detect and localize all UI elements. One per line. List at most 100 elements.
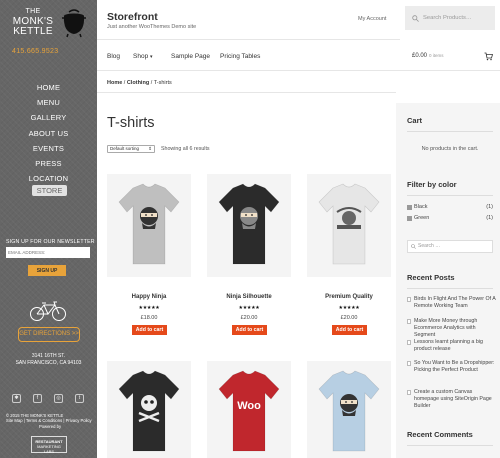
document-icon (407, 340, 411, 345)
recent-post-item[interactable]: Birds In Flight And The Power Of A Remot… (407, 296, 495, 310)
recent-post-link[interactable]: Lessons learnt planning a big product re… (414, 339, 496, 353)
product-image[interactable] (307, 361, 391, 458)
product-search-input[interactable]: Search Products… (423, 15, 472, 21)
restaurant-address: 3141 16TH ST. SAN FRANCISCO, CA 94103 (0, 353, 97, 366)
svg-text:Woo: Woo (237, 400, 261, 412)
page: THE MONK'S KETTLE 415.665.9523 HOME MENU… (0, 0, 500, 458)
social-links: ✱ f ◎ t (12, 394, 86, 404)
product-price: £20.00 (240, 315, 258, 321)
sidebar-item-store-label: STORE (36, 186, 63, 195)
recent-post-item[interactable]: Lessons learnt planning a big product re… (407, 339, 495, 353)
add-to-cart-button[interactable]: Add to cart (332, 325, 367, 335)
tshirt-image: Woo (218, 370, 280, 452)
twitter-icon[interactable]: t (75, 394, 84, 403)
checkbox-icon (407, 205, 412, 210)
facebook-icon[interactable]: f (33, 394, 42, 403)
recent-post-link[interactable]: Make More Money through Ecommerce Analyt… (414, 318, 496, 338)
document-icon (407, 297, 411, 302)
site-title[interactable]: Storefront (107, 11, 158, 23)
product-image[interactable] (307, 174, 391, 277)
product-image[interactable] (107, 361, 191, 458)
product-price: £20.00 (340, 315, 358, 321)
sidebar-item-store[interactable]: STORE (32, 185, 67, 196)
filter-count: (1) (486, 204, 493, 210)
newsletter-email-input[interactable] (6, 247, 90, 258)
phone-number[interactable]: 415.665.9523 (12, 48, 58, 55)
brand-line-2: MARKETING LABS (37, 444, 61, 454)
instagram-icon[interactable]: ◎ (54, 394, 63, 403)
cart-item-count: 0 items (429, 53, 444, 58)
recent-comments-rule (407, 445, 493, 446)
product-name[interactable]: Ninja Silhouette (207, 294, 291, 300)
checkbox-icon (407, 216, 412, 221)
product-price: £18.00 (140, 315, 158, 321)
product-image[interactable]: Woo (207, 361, 291, 458)
bicycle-icon (30, 301, 66, 321)
recent-post-link[interactable]: Birds In Flight And The Power Of A Remot… (414, 296, 496, 310)
cart-amount: £0.00 (412, 53, 428, 59)
restaurant-marketing-labs-logo[interactable]: RESTAURANT MARKETING LABS (31, 436, 67, 454)
sidebar-item-home[interactable]: HOME (0, 80, 97, 95)
add-to-cart-button[interactable]: Add to cart (132, 325, 167, 335)
sidebar-item-press[interactable]: PRESS (0, 156, 97, 171)
filter-label: Green (414, 215, 430, 221)
tshirt-image (118, 183, 180, 265)
sidebar-item-menu[interactable]: MENU (0, 95, 97, 110)
product-name[interactable]: Premium Quality (307, 294, 391, 300)
select-arrows-icon: ⇕ (148, 146, 152, 151)
recent-post-item[interactable]: So You Want to Be a Dropshipper: Picking… (407, 360, 495, 374)
breadcrumb-divider (97, 92, 396, 93)
sidebar-item-gallery[interactable]: GALLERY (0, 110, 97, 125)
filter-label: Black (414, 204, 428, 210)
restaurant-sidebar: THE MONK'S KETTLE 415.665.9523 HOME MENU… (0, 0, 97, 458)
filter-count: (1) (486, 215, 493, 221)
chevron-down-icon: ▾ (150, 54, 153, 60)
recent-post-link[interactable]: So You Want to Be a Dropshipper: Picking… (414, 360, 496, 374)
result-count: Showing all 6 results (161, 146, 210, 152)
product-image[interactable] (107, 174, 191, 277)
tshirt-image (318, 183, 380, 265)
document-icon (407, 319, 411, 324)
search-icon (412, 15, 419, 22)
sidebar-item-events[interactable]: EVENTS (0, 141, 97, 156)
shopping-basket-icon[interactable] (484, 52, 493, 61)
recent-post-item[interactable]: Make More Money through Ecommerce Analyt… (407, 318, 495, 338)
search-icon (411, 244, 416, 249)
breadcrumb-home[interactable]: Home (107, 80, 122, 86)
nav-sample-page[interactable]: Sample Page (171, 53, 210, 60)
woo-graphic: Woo (237, 400, 261, 412)
newsletter-title: SIGN UP FOR OUR NEWSLETTER (6, 239, 95, 245)
filter-item-green[interactable]: Green (1) (407, 215, 493, 223)
restaurant-nav: HOME MENU GALLERY ABOUT US EVENTS PRESS … (0, 80, 97, 186)
document-icon (407, 390, 411, 395)
filter-item-black[interactable]: Black (1) (407, 204, 493, 212)
newsletter-signup-button[interactable]: SIGN UP (28, 265, 66, 276)
recent-post-item[interactable]: Create a custom Canvas homepage using Si… (407, 389, 495, 409)
cart-widget-title: Cart (407, 116, 423, 125)
my-account-link[interactable]: My Account (358, 16, 386, 22)
star-rating: ★★★★★ (338, 305, 360, 311)
sidebar-item-about-us[interactable]: ABOUT US (0, 126, 97, 141)
cart-empty-message: No products in the cart. (421, 146, 479, 152)
star-rating: ★★★★★ (138, 305, 160, 311)
nav-pricing-tables[interactable]: Pricing Tables (220, 53, 260, 60)
recent-posts-rule (407, 288, 493, 289)
recent-post-link[interactable]: Create a custom Canvas homepage using Si… (414, 389, 496, 409)
product-image[interactable] (207, 174, 291, 277)
nav-shop[interactable]: Shop ▾ (133, 53, 153, 60)
sort-selected-value: Default sorting (110, 146, 140, 151)
yelp-icon[interactable]: ✱ (12, 394, 21, 403)
header-divider (97, 39, 400, 40)
header-cart-total[interactable]: £0.00 0 items (412, 53, 444, 59)
nav-shop-label: Shop (133, 53, 149, 60)
get-directions-button[interactable]: GET DIRECTIONS >> (18, 327, 80, 342)
nav-blog[interactable]: Blog (107, 53, 120, 60)
breadcrumb-clothing[interactable]: Clothing (127, 80, 149, 86)
add-to-cart-button[interactable]: Add to cart (232, 325, 267, 335)
sidebar-search-placeholder: Search … (418, 243, 441, 249)
sort-select[interactable]: Default sorting ⇕ (107, 145, 155, 153)
tshirt-image (218, 183, 280, 265)
restaurant-logo[interactable]: THE MONK'S KETTLE (4, 6, 94, 46)
product-name[interactable]: Happy Ninja (107, 294, 191, 300)
document-icon (407, 361, 411, 366)
